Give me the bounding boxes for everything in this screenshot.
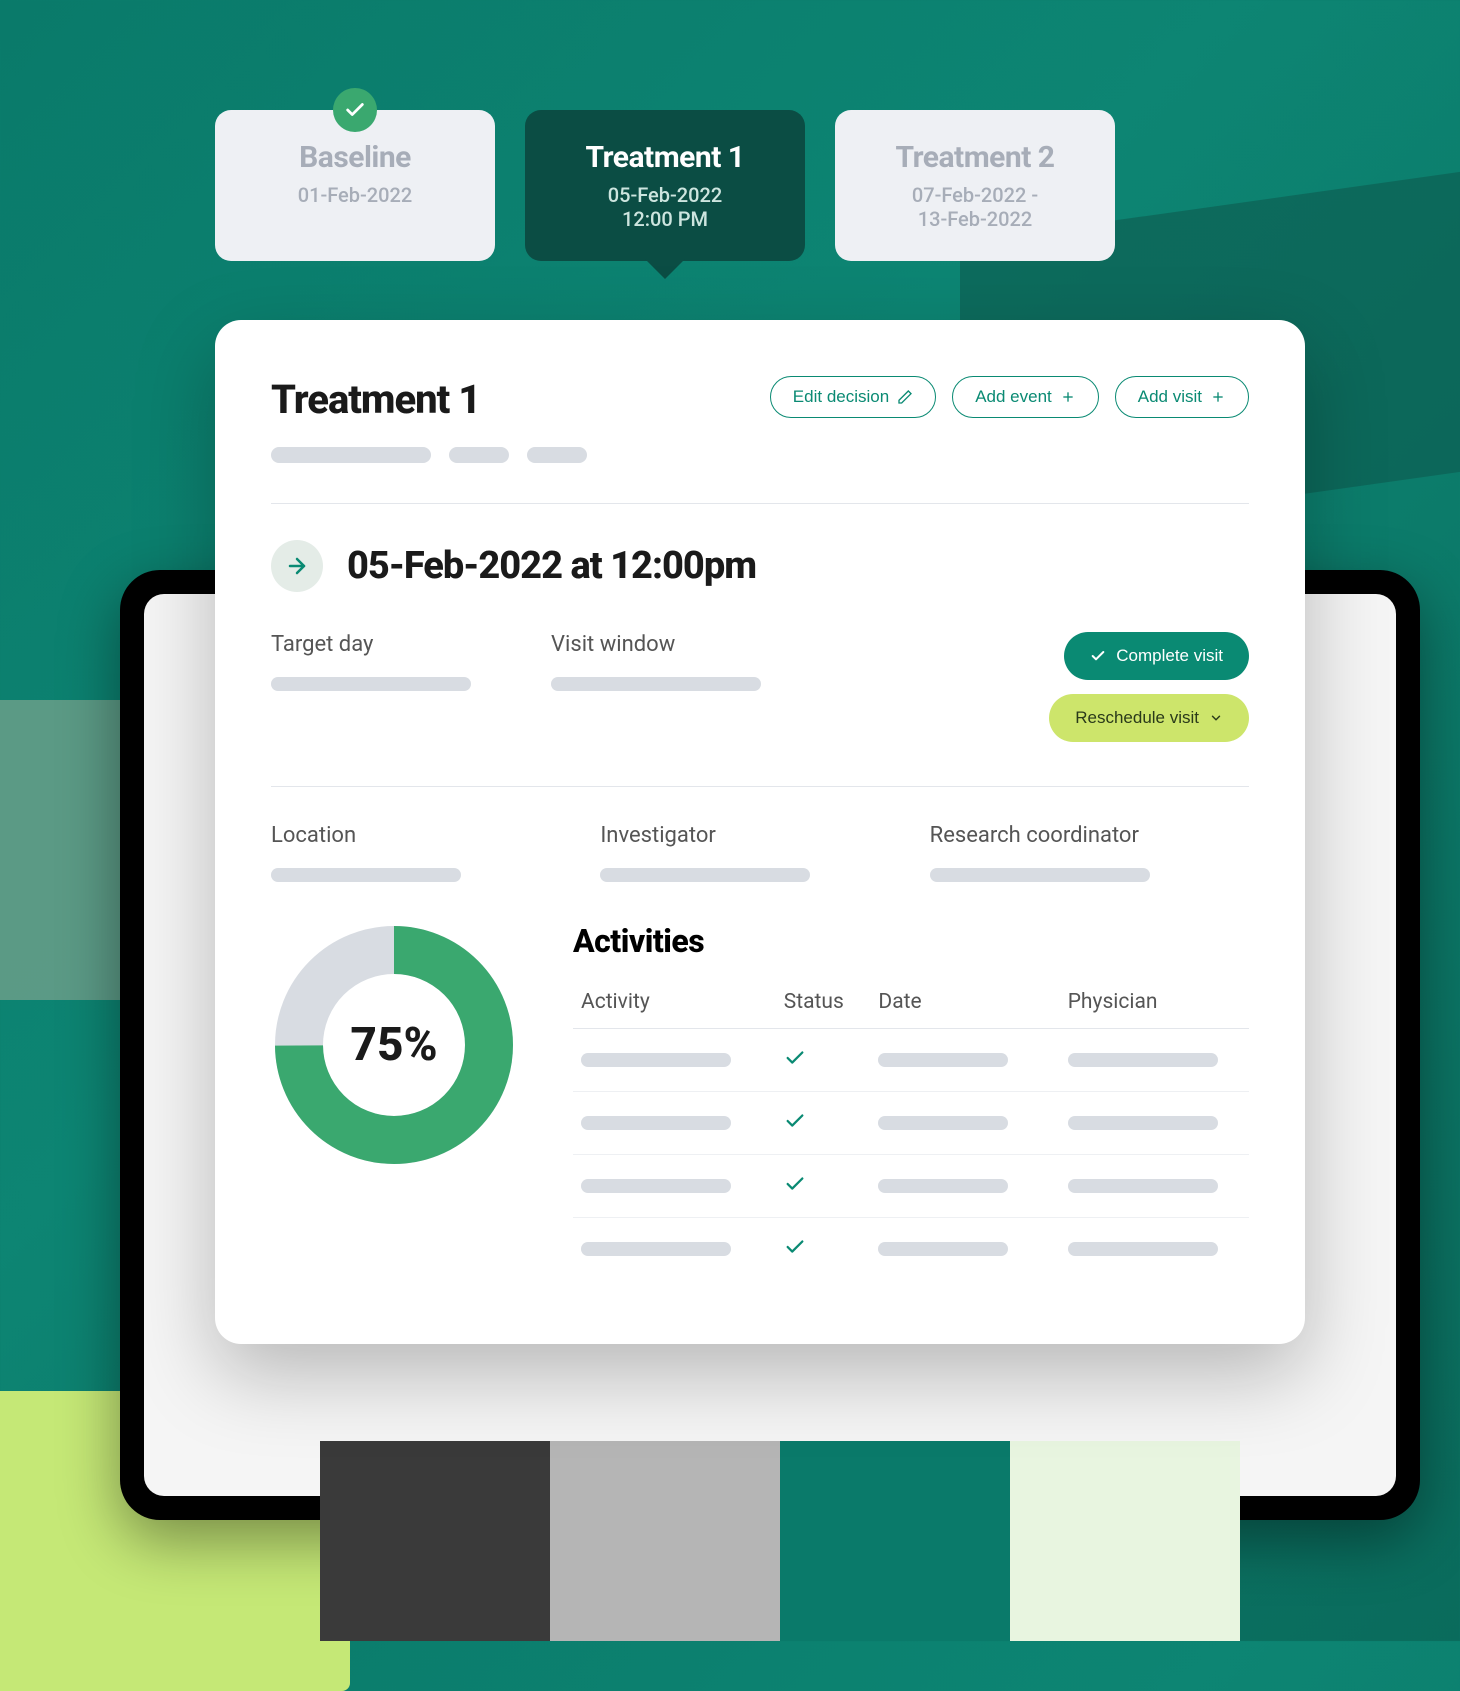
button-label: Complete visit — [1116, 646, 1223, 666]
edit-decision-button[interactable]: Edit decision — [770, 376, 936, 418]
activities-table: Activity Status Date Physician — [573, 980, 1249, 1280]
plus-icon — [1210, 389, 1226, 405]
physician-placeholder — [1068, 1116, 1218, 1130]
pencil-icon — [897, 389, 913, 405]
reschedule-visit-button[interactable]: Reschedule visit — [1049, 694, 1249, 742]
step-date: 07-Feb-2022 - — [871, 183, 1079, 207]
button-label: Reschedule visit — [1075, 708, 1199, 728]
step-title: Treatment 1 — [561, 140, 769, 175]
button-label: Edit decision — [793, 387, 889, 407]
button-label: Add event — [975, 387, 1052, 407]
table-row[interactable] — [573, 1029, 1249, 1092]
activity-placeholder — [581, 1179, 731, 1193]
add-visit-button[interactable]: Add visit — [1115, 376, 1249, 418]
col-physician: Physician — [1060, 980, 1249, 1029]
activities-title: Activities — [573, 922, 1249, 960]
check-icon — [784, 1047, 806, 1069]
chevron-down-icon — [1209, 711, 1223, 725]
coordinator-value-placeholder — [930, 868, 1150, 882]
target-day-label: Target day — [271, 632, 541, 657]
physician-placeholder — [1068, 1242, 1218, 1256]
activity-placeholder — [581, 1242, 731, 1256]
target-day-value-placeholder — [271, 677, 471, 691]
step-date: 05-Feb-2022 — [561, 183, 769, 207]
table-row[interactable] — [573, 1218, 1249, 1281]
progress-donut: 75% — [271, 922, 517, 1168]
check-icon — [784, 1236, 806, 1258]
check-icon — [784, 1173, 806, 1195]
timeline-steps: Baseline 01-Feb-2022 Treatment 1 05-Feb-… — [215, 110, 1115, 261]
visit-card: Treatment 1 Edit decision Add event Add … — [215, 320, 1305, 1344]
check-icon — [784, 1110, 806, 1132]
investigator-label: Investigator — [600, 823, 919, 848]
check-icon — [333, 88, 377, 132]
date-placeholder — [878, 1179, 1008, 1193]
divider — [271, 786, 1249, 787]
visit-window-label: Visit window — [551, 632, 821, 657]
physician-placeholder — [1068, 1053, 1218, 1067]
step-date: 01-Feb-2022 — [251, 183, 459, 207]
plus-icon — [1060, 389, 1076, 405]
location-value-placeholder — [271, 868, 461, 882]
date-placeholder — [878, 1053, 1008, 1067]
header-actions: Edit decision Add event Add visit — [770, 376, 1249, 418]
color-swatches — [320, 1441, 1240, 1641]
table-row[interactable] — [573, 1155, 1249, 1218]
step-treatment-1[interactable]: Treatment 1 05-Feb-2022 12:00 PM — [525, 110, 805, 261]
visit-datetime: 05-Feb-2022 at 12:00pm — [347, 544, 756, 588]
investigator-value-placeholder — [600, 868, 810, 882]
arrow-right-icon — [271, 540, 323, 592]
physician-placeholder — [1068, 1179, 1218, 1193]
step-title: Treatment 2 — [871, 140, 1079, 175]
progress-percent: 75% — [271, 922, 517, 1168]
date-placeholder — [878, 1116, 1008, 1130]
complete-visit-button[interactable]: Complete visit — [1064, 632, 1249, 680]
col-activity: Activity — [573, 980, 776, 1029]
coordinator-label: Research coordinator — [930, 823, 1249, 848]
col-date: Date — [870, 980, 1059, 1029]
step-time: 12:00 PM — [561, 207, 769, 231]
step-title: Baseline — [251, 140, 459, 175]
step-date-end: 13-Feb-2022 — [871, 207, 1079, 231]
page-title: Treatment 1 — [271, 376, 480, 423]
tag-placeholders — [271, 447, 1249, 463]
visit-window-value-placeholder — [551, 677, 761, 691]
activity-placeholder — [581, 1053, 731, 1067]
check-icon — [1090, 648, 1106, 664]
location-label: Location — [271, 823, 590, 848]
add-event-button[interactable]: Add event — [952, 376, 1099, 418]
step-baseline[interactable]: Baseline 01-Feb-2022 — [215, 110, 495, 261]
col-status: Status — [776, 980, 871, 1029]
step-treatment-2[interactable]: Treatment 2 07-Feb-2022 - 13-Feb-2022 — [835, 110, 1115, 261]
button-label: Add visit — [1138, 387, 1202, 407]
table-row[interactable] — [573, 1092, 1249, 1155]
activity-placeholder — [581, 1116, 731, 1130]
divider — [271, 503, 1249, 504]
date-placeholder — [878, 1242, 1008, 1256]
